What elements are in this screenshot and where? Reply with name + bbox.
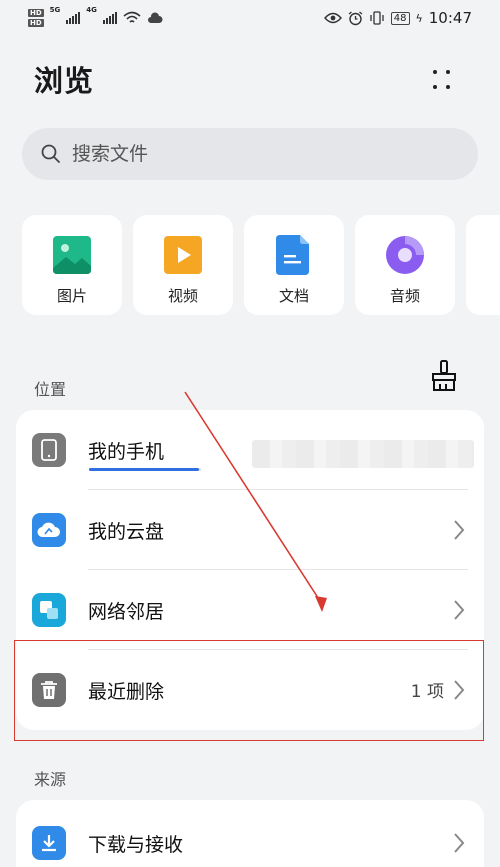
storage-progress-fill xyxy=(89,468,199,471)
hd-indicator: HD HD xyxy=(28,8,44,28)
more-dot-icon xyxy=(445,84,450,89)
clean-broom-icon[interactable] xyxy=(430,360,458,392)
status-right: 48 ϟ 10:47 xyxy=(323,9,472,27)
category-label: 视频 xyxy=(167,287,198,305)
category-videos[interactable]: 视频 xyxy=(133,215,233,315)
audio-icon xyxy=(386,236,424,274)
battery-level: 48 xyxy=(390,11,410,25)
search-input[interactable] xyxy=(72,143,432,165)
category-images[interactable]: 图片 xyxy=(22,215,122,315)
network-type: 5G xyxy=(49,6,61,14)
section-title-sources: 来源 xyxy=(34,770,67,789)
status-left: HD HD 5G 4G xyxy=(28,6,163,28)
chevron-right-icon xyxy=(454,833,465,853)
page-title: 浏览 xyxy=(34,64,95,98)
section-title-locations: 位置 xyxy=(34,380,67,399)
network-icon xyxy=(32,593,66,627)
row-label: 下载与接收 xyxy=(88,833,184,856)
cloud-sync-icon xyxy=(147,12,163,23)
chevron-right-icon xyxy=(454,520,465,540)
location-my-cloud[interactable]: 我的云盘 xyxy=(16,490,484,570)
search-bar[interactable] xyxy=(22,128,478,180)
cloud-icon xyxy=(32,513,66,547)
location-my-phone[interactable]: 我的手机 xyxy=(16,410,484,490)
document-icon xyxy=(276,235,309,275)
row-label: 我的云盘 xyxy=(88,520,165,543)
category-documents[interactable]: 文档 xyxy=(244,215,344,315)
network-type: 4G xyxy=(86,6,97,14)
signal-icon xyxy=(102,12,117,24)
alarm-icon xyxy=(348,10,363,25)
more-options-button[interactable] xyxy=(424,62,458,96)
category-row: 图片 视频 文档 音频 xyxy=(22,215,500,315)
blurred-storage-info xyxy=(252,440,474,468)
more-dot-icon xyxy=(432,84,437,89)
category-audio[interactable]: 音频 xyxy=(355,215,455,315)
more-dot-icon xyxy=(432,69,437,74)
charging-icon: ϟ xyxy=(415,11,423,25)
download-icon xyxy=(32,826,66,860)
status-bar: HD HD 5G 4G 48 ϟ 10:47 xyxy=(0,0,500,36)
annotation-highlight-box xyxy=(14,640,484,741)
video-icon xyxy=(164,236,202,274)
clock: 10:47 xyxy=(428,9,472,27)
chevron-right-icon xyxy=(454,600,465,620)
category-more[interactable] xyxy=(466,215,500,315)
category-label: 图片 xyxy=(56,287,87,305)
location-network-neighborhood[interactable]: 网络邻居 xyxy=(16,570,484,650)
wifi-icon xyxy=(123,11,141,23)
sources-list: 下载与接收 xyxy=(16,800,484,867)
vibrate-icon xyxy=(370,11,384,25)
category-label: 音频 xyxy=(389,287,420,305)
signal-icon xyxy=(66,12,81,24)
row-label: 网络邻居 xyxy=(88,600,165,623)
source-downloads[interactable]: 下载与接收 xyxy=(16,800,484,867)
search-icon xyxy=(41,144,60,163)
eye-icon xyxy=(323,12,342,24)
row-label: 我的手机 xyxy=(88,440,165,463)
hd-label: HD xyxy=(28,19,44,27)
storage-progress-bar xyxy=(89,468,201,471)
phone-icon xyxy=(32,433,66,467)
hd-label: HD xyxy=(28,9,44,17)
category-label: 文档 xyxy=(278,287,309,305)
more-dot-icon xyxy=(445,69,450,74)
image-icon xyxy=(53,236,91,274)
